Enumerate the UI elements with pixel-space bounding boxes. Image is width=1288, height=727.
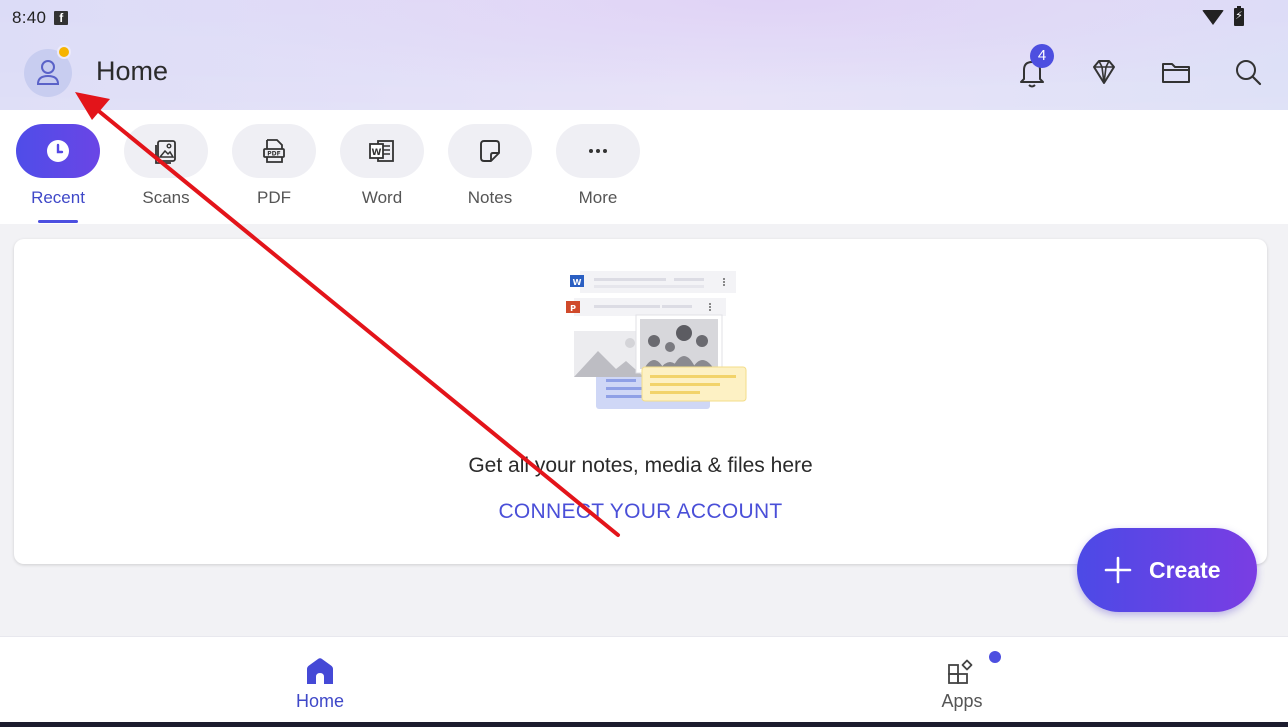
recent-files-card: W P Get all your notes, media & files he…	[14, 239, 1267, 564]
bottom-navigation: Home Apps	[0, 636, 1288, 722]
app-header: Home 4	[0, 44, 1288, 104]
header-actions: 4	[1014, 44, 1266, 90]
tab-scans[interactable]: Scans	[124, 124, 232, 224]
category-tabs: Recent Scans PDF PDF W Word Notes More	[16, 124, 664, 224]
tab-label: Recent	[31, 188, 85, 207]
facebook-icon: f	[54, 11, 69, 25]
battery-charging-icon	[1234, 6, 1244, 26]
search-icon	[1236, 60, 1262, 86]
tab-word[interactable]: W Word	[340, 124, 448, 224]
nav-home-label: Home	[295, 691, 344, 711]
tab-pdf[interactable]: PDF PDF	[232, 124, 340, 224]
tab-label: PDF	[257, 188, 291, 207]
tab-recent[interactable]: Recent	[16, 124, 124, 224]
tab-label: Notes	[467, 188, 513, 207]
pdf-icon: PDF	[263, 139, 285, 163]
files-illustration: W P	[566, 271, 747, 409]
wifi-icon	[1202, 9, 1224, 25]
clock-icon	[47, 140, 69, 162]
home-icon	[307, 658, 333, 684]
notifications-button[interactable]: 4	[1014, 44, 1054, 90]
note-icon	[480, 140, 500, 162]
plus-icon	[1104, 556, 1132, 584]
search-button[interactable]	[1230, 54, 1266, 90]
connect-account-link[interactable]: CONNECT YOUR ACCOUNT	[14, 500, 1267, 524]
tab-notes-pill	[448, 124, 532, 178]
image-icon	[155, 140, 176, 164]
page-title: Home	[96, 56, 169, 86]
notification-badge: 4	[1030, 44, 1054, 68]
tab-word-pill: W	[340, 124, 424, 178]
empty-state-message: Get all your notes, media & files here	[468, 454, 813, 477]
nav-apps-label: Apps	[941, 691, 983, 711]
status-time: 8:40	[12, 8, 47, 27]
svg-text:W: W	[372, 148, 382, 158]
tab-label: Word	[361, 188, 403, 207]
tab-more-pill	[556, 124, 640, 178]
status-bar: 8:40 f	[0, 0, 1288, 36]
svg-text:PDF: PDF	[267, 151, 280, 158]
tab-label: Scans	[142, 188, 190, 207]
avatar-status-dot	[57, 45, 71, 59]
files-button[interactable]	[1158, 54, 1194, 90]
folder-icon	[1162, 63, 1190, 83]
create-button-label: Create	[1149, 556, 1221, 583]
premium-button[interactable]	[1086, 54, 1122, 90]
more-icon	[589, 149, 607, 153]
tab-scans-pill	[124, 124, 208, 178]
diamond-icon	[1093, 60, 1115, 84]
svg-text:P: P	[570, 304, 576, 313]
nav-home[interactable]: Home	[240, 637, 400, 722]
nav-apps[interactable]: Apps	[882, 637, 1042, 722]
app-screen: 8:40 f Home 4	[0, 0, 1288, 722]
status-icons	[1202, 6, 1244, 26]
create-button[interactable]: Create	[1077, 528, 1257, 612]
apps-badge-dot	[989, 651, 1001, 663]
active-tab-indicator	[38, 220, 78, 223]
word-icon: W	[369, 140, 394, 162]
apps-icon	[948, 659, 973, 684]
svg-text:W: W	[573, 278, 582, 287]
user-icon	[36, 60, 60, 85]
tab-recent-pill	[16, 124, 100, 178]
tab-notes[interactable]: Notes	[448, 124, 556, 224]
tab-pdf-pill: PDF	[232, 124, 316, 178]
tab-more[interactable]: More	[556, 124, 664, 224]
tab-label: More	[578, 188, 618, 207]
